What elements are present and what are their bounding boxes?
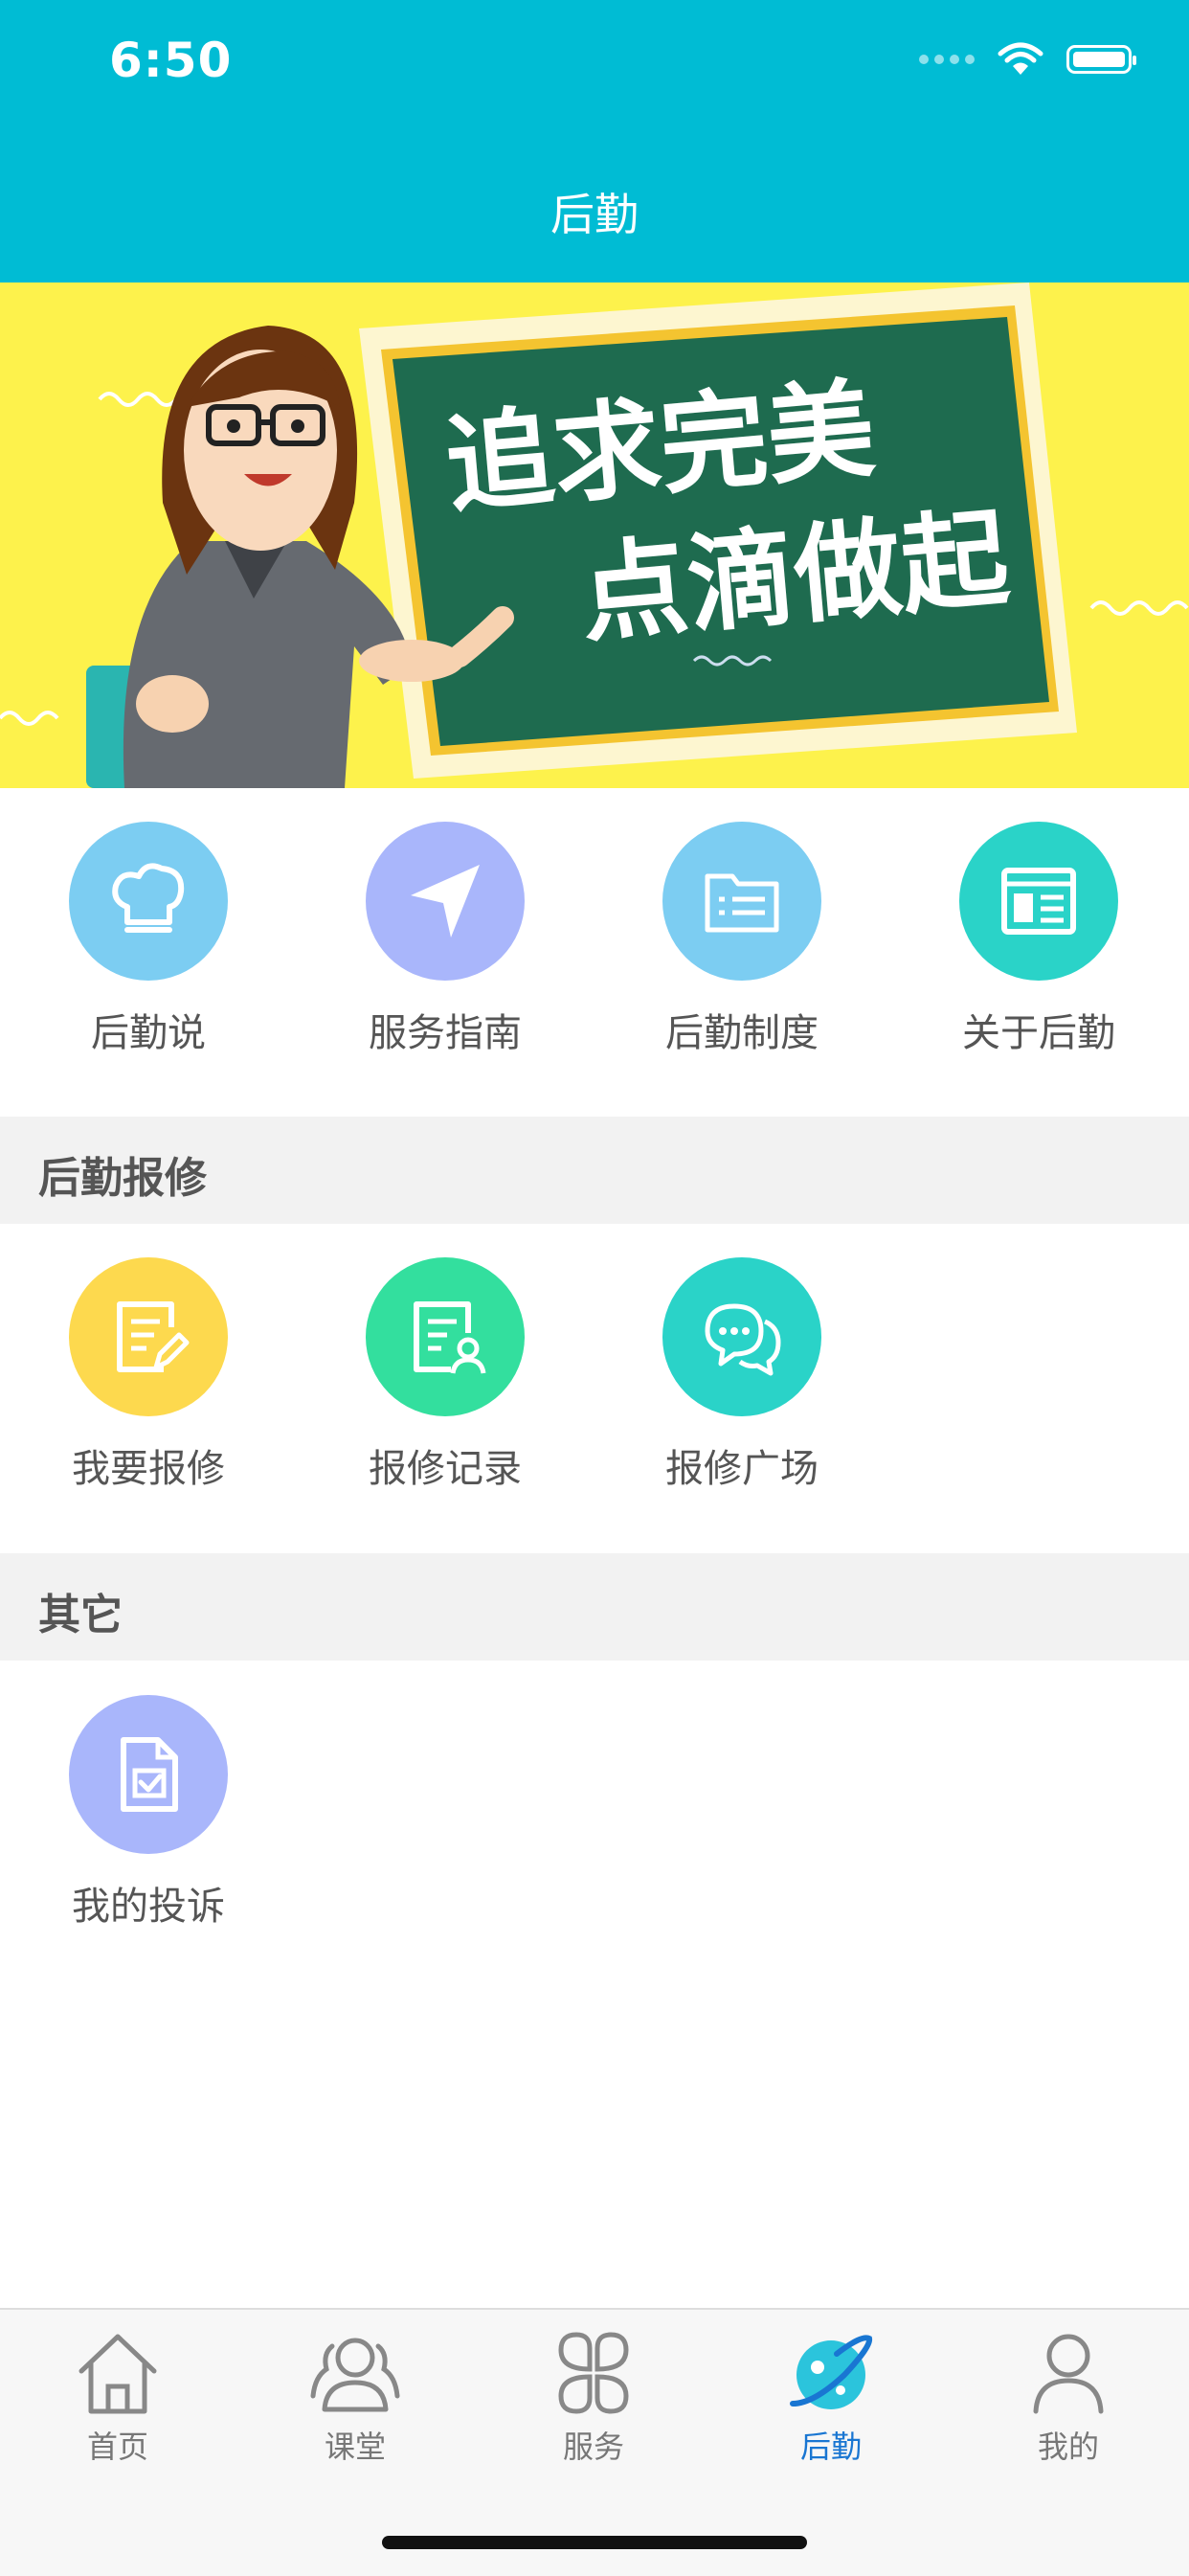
document-user-icon xyxy=(366,1257,525,1416)
file-check-icon xyxy=(69,1695,228,1854)
grid-item-label: 报修广场 xyxy=(665,1447,819,1491)
section-header-repair: 后勤报修 xyxy=(0,1117,1189,1224)
newspaper-icon xyxy=(959,822,1118,981)
tab-label: 服务 xyxy=(562,2429,624,2465)
folder-list-icon xyxy=(662,822,821,981)
cellular-signal-icon xyxy=(919,55,975,64)
grid-item-label: 后勤制度 xyxy=(665,1011,819,1055)
status-icons xyxy=(919,42,1136,77)
person-icon xyxy=(1033,2334,1104,2414)
navigation-arrow-icon xyxy=(366,822,525,981)
tab-label: 我的 xyxy=(1037,2429,1099,2465)
tab-home[interactable]: 首页 xyxy=(41,2327,194,2467)
status-time: 6:50 xyxy=(109,33,233,88)
chat-bubbles-icon xyxy=(662,1257,821,1416)
app-header: 6:50 后勤 xyxy=(0,0,1189,282)
tab-label: 首页 xyxy=(86,2429,148,2465)
grid-item-label: 我的投诉 xyxy=(72,1885,225,1929)
grid-item-about-logistics[interactable]: 关于后勤 xyxy=(890,822,1187,1057)
grid-clover-icon xyxy=(558,2332,629,2414)
users-icon xyxy=(310,2338,400,2412)
top-grid: 后勤说 服务指南 后勤制度 关于后勤 xyxy=(0,822,1189,1057)
tab-classroom[interactable]: 课堂 xyxy=(279,2327,432,2467)
grid-item-label: 服务指南 xyxy=(369,1011,522,1055)
battery-icon xyxy=(1066,45,1136,74)
section-header-other: 其它 xyxy=(0,1553,1189,1661)
repair-grid: 我要报修 报修记录 报修广场 xyxy=(0,1257,1189,1493)
tab-label: 课堂 xyxy=(324,2429,386,2465)
grid-item-repair-records[interactable]: 报修记录 xyxy=(297,1257,594,1493)
grid-item-label: 我要报修 xyxy=(72,1447,225,1491)
grid-item-label: 关于后勤 xyxy=(962,1011,1115,1055)
tab-mine[interactable]: 我的 xyxy=(992,2327,1145,2467)
tab-label: 后勤 xyxy=(799,2429,862,2465)
home-icon xyxy=(79,2334,157,2414)
banner[interactable]: 追求完美 点滴做起 xyxy=(0,282,1189,788)
other-grid: 我的投诉 xyxy=(0,1695,1189,1931)
grid-item-logistics-rules[interactable]: 后勤制度 xyxy=(594,822,890,1057)
tab-services[interactable]: 服务 xyxy=(517,2327,670,2467)
grid-item-label: 后勤说 xyxy=(91,1011,206,1055)
planet-icon xyxy=(790,2335,873,2409)
grid-item-label: 报修记录 xyxy=(369,1447,522,1491)
grid-item-my-complaints[interactable]: 我的投诉 xyxy=(0,1695,297,1931)
grid-item-repair-square[interactable]: 报修广场 xyxy=(594,1257,890,1493)
home-indicator[interactable] xyxy=(382,2536,807,2549)
tab-logistics[interactable]: 后勤 xyxy=(754,2327,908,2467)
grid-item-service-guide[interactable]: 服务指南 xyxy=(297,822,594,1057)
page-title: 后勤 xyxy=(550,189,639,240)
chef-hat-icon xyxy=(69,822,228,981)
section-title: 其它 xyxy=(38,1591,123,1639)
section-title: 后勤报修 xyxy=(38,1154,207,1203)
edit-document-icon xyxy=(69,1257,228,1416)
wifi-icon xyxy=(998,42,1043,75)
banner-illustration: 追求完美 点滴做起 xyxy=(0,282,1189,788)
grid-item-logistics-talk[interactable]: 后勤说 xyxy=(0,822,297,1057)
grid-item-request-repair[interactable]: 我要报修 xyxy=(0,1257,297,1493)
